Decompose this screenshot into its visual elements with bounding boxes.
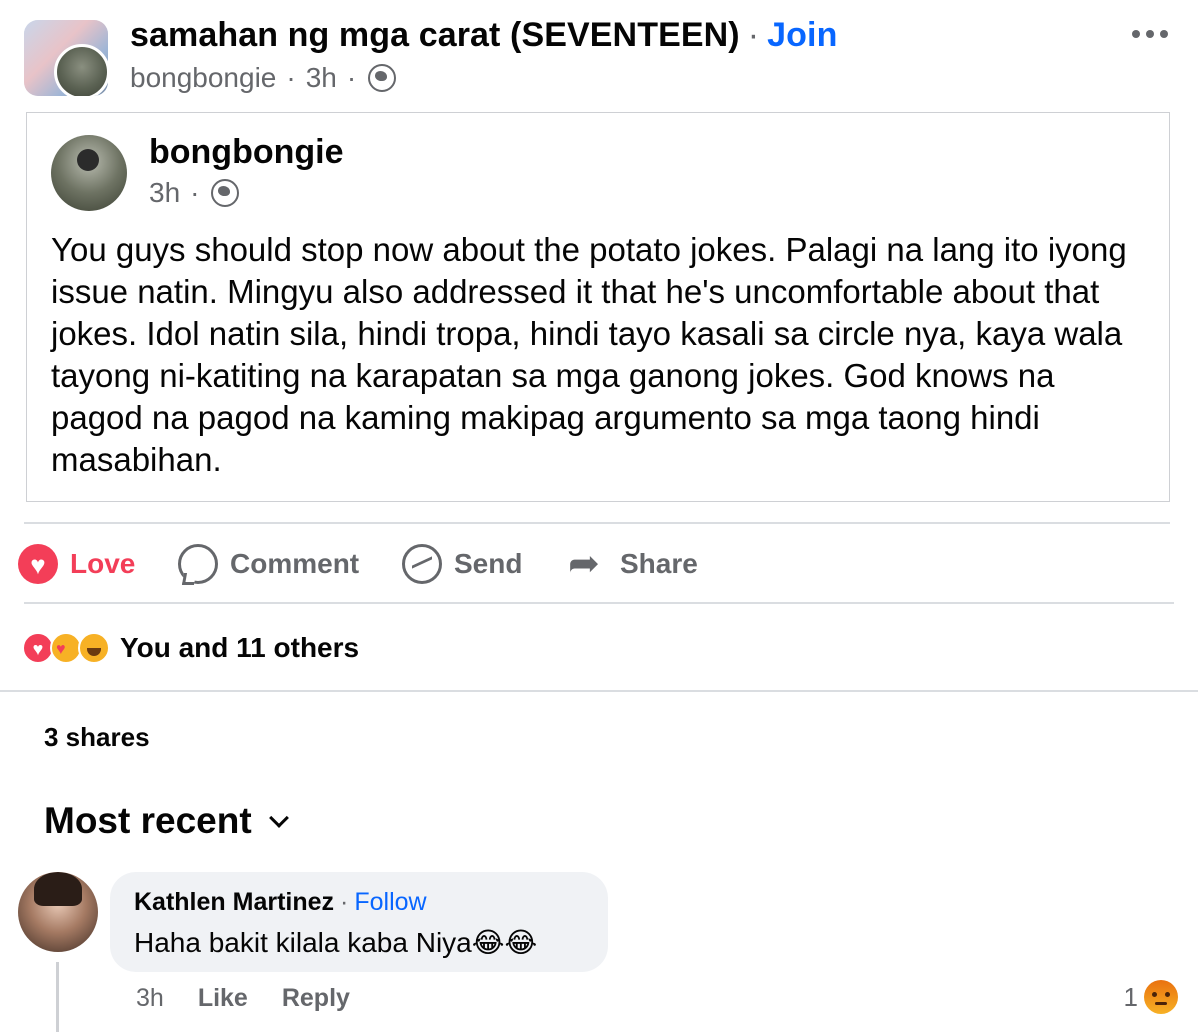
reply-button[interactable]: Reply bbox=[282, 984, 350, 1013]
messenger-icon bbox=[402, 544, 442, 584]
shared-post-time[interactable]: 3h bbox=[149, 177, 180, 209]
join-button[interactable]: Join bbox=[767, 16, 837, 54]
comment-bubble[interactable]: Kathlen Martinez · Follow Haha bakit kilal… bbox=[110, 872, 608, 972]
separator-dot: · bbox=[340, 888, 349, 916]
angry-icon bbox=[1144, 980, 1178, 1014]
group-avatar[interactable] bbox=[24, 20, 108, 96]
separator-dot: · bbox=[346, 62, 357, 93]
shared-post-card[interactable]: bongbongie 3h · You guys should stop now… bbox=[26, 112, 1170, 502]
comment-label: Comment bbox=[230, 548, 360, 579]
follow-button[interactable]: Follow bbox=[354, 888, 426, 916]
commenter-avatar[interactable] bbox=[18, 872, 98, 952]
avatar[interactable] bbox=[51, 135, 127, 211]
action-bar: Love Comment Send Share bbox=[18, 538, 1178, 590]
separator-dot: · bbox=[286, 62, 296, 93]
group-title-line: samahan ng mga carat (SEVENTEEN) · Join bbox=[130, 16, 837, 55]
comment-sort-dropdown[interactable]: Most recent bbox=[44, 800, 289, 842]
love-button[interactable]: Love bbox=[18, 538, 135, 590]
comment-actions: 3h Like Reply bbox=[136, 984, 384, 1013]
comment-icon bbox=[178, 544, 218, 584]
globe-icon bbox=[211, 179, 240, 207]
shared-post-text: You guys should stop now about the potat… bbox=[51, 231, 1127, 478]
reactions-summary[interactable]: You and 11 others bbox=[22, 628, 359, 668]
shared-post-meta: 3h · bbox=[149, 177, 240, 209]
send-button[interactable]: Send bbox=[402, 538, 522, 590]
haha-icon bbox=[78, 632, 110, 664]
group-name[interactable]: samahan ng mga carat (SEVENTEEN) bbox=[130, 16, 740, 54]
love-icon bbox=[18, 544, 58, 584]
share-label: Share bbox=[620, 548, 698, 579]
chevron-down-icon bbox=[268, 808, 289, 828]
comment-time[interactable]: 3h bbox=[136, 984, 164, 1013]
shared-author-name[interactable]: bongbongie bbox=[149, 133, 344, 172]
comment-button[interactable]: Comment bbox=[178, 538, 359, 590]
post-header: samahan ng mga carat (SEVENTEEN) · Join bo… bbox=[24, 16, 1174, 106]
more-icon[interactable] bbox=[1132, 30, 1168, 42]
commenter-name[interactable]: Kathlen Martinez bbox=[134, 888, 334, 916]
send-label: Send bbox=[454, 548, 523, 579]
author-name[interactable]: bongbongie bbox=[130, 62, 276, 94]
reactions-count-text: You and 11 others bbox=[120, 632, 360, 663]
post-time[interactable]: 3h bbox=[306, 62, 337, 94]
share-button[interactable]: Share bbox=[568, 538, 698, 590]
comment-reaction-count: 1 bbox=[1123, 981, 1138, 1012]
separator-dot: · bbox=[747, 16, 760, 54]
divider bbox=[24, 522, 1170, 524]
share-icon bbox=[568, 540, 608, 588]
thread-line bbox=[56, 962, 59, 1032]
divider bbox=[24, 602, 1174, 604]
author-mini-avatar bbox=[54, 44, 108, 96]
globe-icon bbox=[368, 64, 397, 92]
divider bbox=[0, 690, 1198, 692]
like-button[interactable]: Like bbox=[198, 984, 248, 1013]
love-label: Love bbox=[70, 548, 136, 579]
comment-reactions[interactable]: 1 bbox=[1124, 980, 1178, 1014]
post-subtitle: bongbongie · 3h · bbox=[130, 62, 397, 94]
separator-dot: · bbox=[190, 177, 200, 208]
comment-header: Kathlen Martinez · Follow bbox=[134, 888, 427, 917]
comment-text: Haha bakit kilala kaba Niya😂😂 bbox=[134, 927, 538, 958]
sort-label: Most recent bbox=[44, 800, 252, 841]
shares-count[interactable]: 3 shares bbox=[44, 722, 150, 753]
